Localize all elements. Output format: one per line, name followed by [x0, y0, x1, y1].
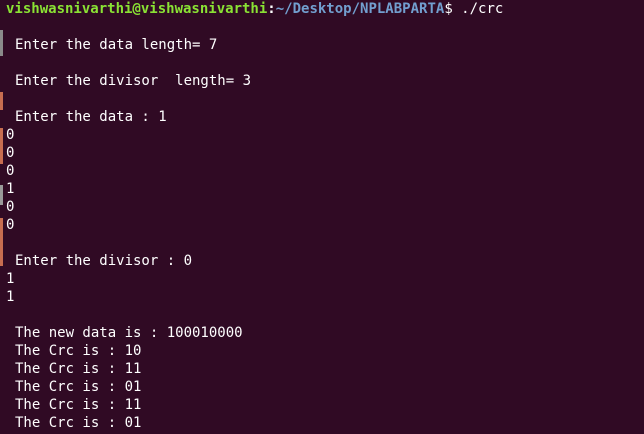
crc-line: The Crc is : 01 [15, 379, 142, 395]
command-text: ./crc [452, 1, 504, 17]
data-length-line: Enter the data length= 7 [15, 37, 218, 53]
prompt-path: ~/Desktop/NPLABPARTA [275, 1, 445, 17]
window-edge-strip [0, 0, 3, 434]
terminal-window[interactable]: vishwasnivarthi@vishwasnivarthi:~/Deskto… [0, 0, 644, 434]
crc-line: The Crc is : 10 [15, 343, 142, 359]
prompt-user-host: vishwasnivarthi@vishwasnivarthi [6, 1, 268, 17]
data-bit-line: 0 [6, 127, 15, 143]
prompt-line: vishwasnivarthi@vishwasnivarthi:~/Deskto… [6, 0, 644, 18]
divisor-prompt-line: Enter the divisor : 0 [15, 253, 193, 269]
data-bit-line: 0 [6, 217, 15, 233]
crc-line: The Crc is : 11 [15, 361, 142, 377]
divisor-bit-line: 1 [6, 289, 15, 305]
crc-line: The Crc is : 11 [15, 397, 142, 413]
data-bit-line: 0 [6, 199, 15, 215]
data-bit-line: 0 [6, 163, 15, 179]
crc-line: The Crc is : 01 [15, 415, 142, 431]
divisor-length-line: Enter the divisor length= 3 [15, 73, 252, 89]
data-prompt-line: Enter the data : 1 [15, 109, 167, 125]
terminal-output: vishwasnivarthi@vishwasnivarthi:~/Deskto… [6, 0, 644, 432]
data-bit-line: 0 [6, 145, 15, 161]
prompt-dollar: $ [444, 1, 453, 17]
new-data-line: The new data is : 100010000 [15, 325, 243, 341]
divisor-bit-line: 1 [6, 271, 15, 287]
data-bit-line: 1 [6, 181, 15, 197]
prompt-colon: : [267, 1, 276, 17]
